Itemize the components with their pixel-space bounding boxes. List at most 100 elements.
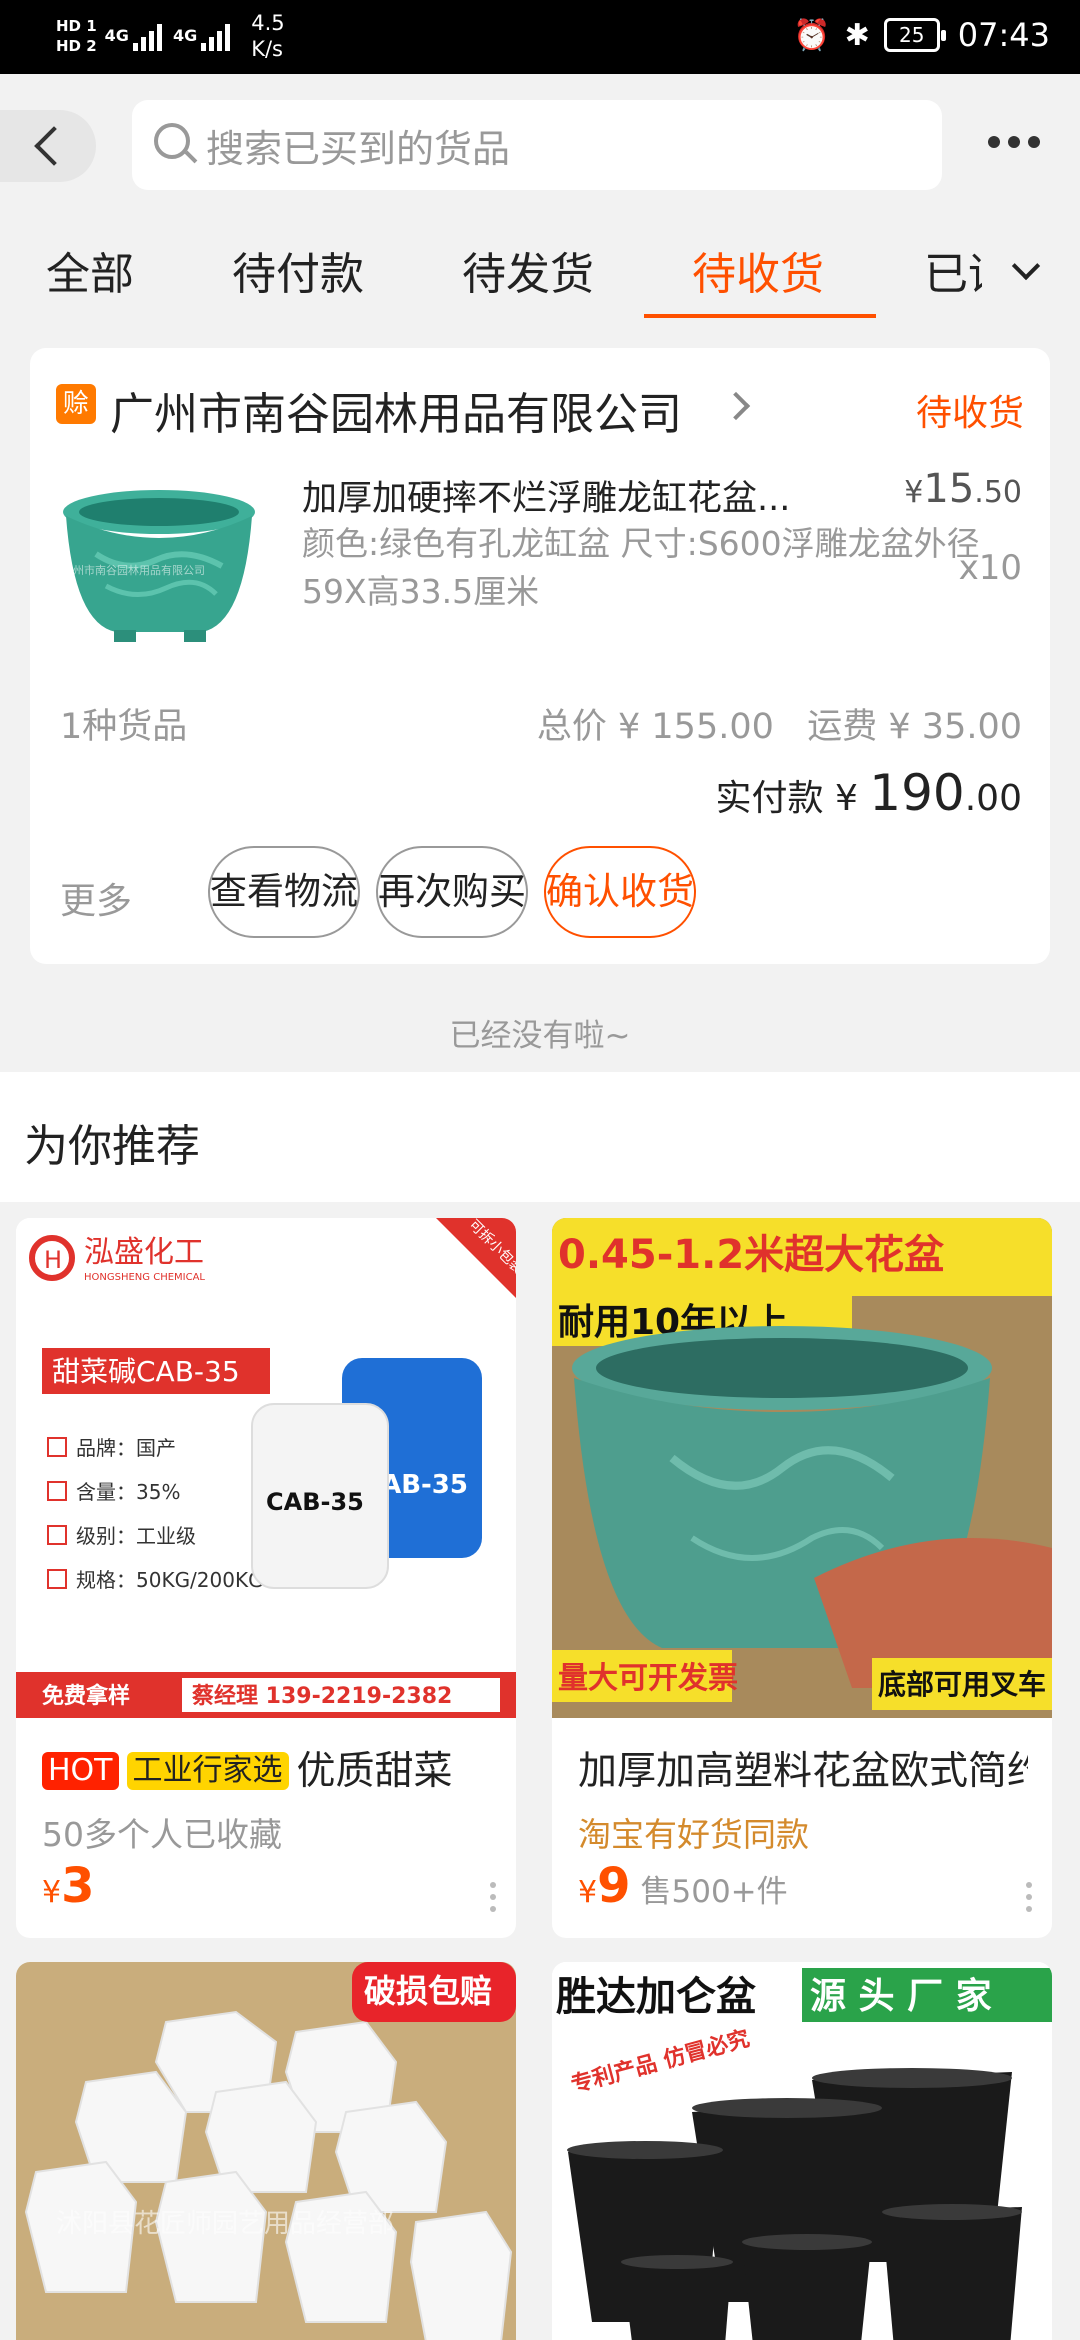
status-right: ⏰ ✱ 25 07:43 (793, 16, 1050, 54)
img-drum-white: CAB-35 (266, 1488, 364, 1516)
img-spec-3: 级别：工业级 (76, 1524, 196, 1548)
order-totals: 总价 ¥ 155.00 运费 ¥ 35.00 (537, 698, 1022, 749)
svg-text:H: H (44, 1246, 62, 1274)
img-spec-1: 品牌：国产 (76, 1436, 176, 1460)
paid-integer: 190 (869, 764, 965, 822)
signal-group: HD 1 HD 2 4G 4G 4.5 K/s (56, 10, 285, 62)
recommend-title-1: 优质甜菜 (296, 1749, 453, 1794)
back-button[interactable] (0, 110, 96, 182)
img-free-sample: 免费拿样 (42, 1683, 130, 1709)
tab-all[interactable]: 全部 (46, 238, 134, 302)
status-bar: HD 1 HD 2 4G 4G 4.5 K/s ⏰ ✱ 25 07:43 (0, 0, 1080, 74)
sold-count: 售500+件 (640, 1874, 788, 1910)
chevron-down-icon[interactable] (1011, 251, 1041, 281)
sim1-label: HD 1 (56, 17, 97, 35)
product-spec: 颜色:绿色有孔龙缸盆 尺寸:S600浮雕龙盆外径59X高33.5厘米 (302, 524, 980, 611)
img-spec-2: 含量：35% (76, 1480, 180, 1504)
signal-icon-1 (132, 21, 165, 51)
product-image-cab35: H 泓盛化工 HONGSHENG CHEMICAL 可拆小包装 甜菜碱CAB-3… (16, 1218, 516, 1718)
img-banner: 0.45-1.2米超大花盆 (558, 1232, 944, 1278)
recommend-card-1[interactable]: H 泓盛化工 HONGSHENG CHEMICAL 可拆小包装 甜菜碱CAB-3… (16, 1218, 516, 1938)
price-value: 3 (61, 1858, 95, 1914)
img-bulk: 量大可开发票 (558, 1661, 738, 1696)
order-card[interactable]: 赊 广州市南谷园林用品有限公司 待收货 广州市南谷园林用品有限公司 加厚加硬摔不… (30, 348, 1050, 964)
view-logistics-button[interactable]: 查看物流 (208, 846, 360, 938)
img-brand: 胜达加仑盆 (556, 1974, 756, 2020)
search-icon (154, 123, 198, 167)
recommend-price-1: ¥3 (42, 1858, 95, 1914)
network-type-1: 4G (104, 26, 129, 45)
price-value: 9 (597, 1858, 631, 1914)
image-watermark: 广州市南谷园林用品有限公司 (62, 563, 205, 577)
price-symbol: ¥ (904, 475, 924, 510)
price-integer: 15 (923, 466, 975, 512)
img-watermark: 沭阳县花匠师园艺用品经营部 (56, 2209, 394, 2239)
recommend-favorites-1: 50多个人已收藏 (42, 1815, 282, 1854)
img-spec-4: 规格：50KG/200KG (76, 1568, 264, 1592)
search-input[interactable]: 搜索已买到的货品 (132, 100, 942, 190)
recommend-source-2: 淘宝有好货同款 (578, 1815, 809, 1854)
chevron-right-icon[interactable] (721, 391, 751, 421)
search-placeholder: 搜索已买到的货品 (206, 126, 511, 171)
quantity: x10 (958, 548, 1022, 588)
sim-labels: HD 1 HD 2 (56, 16, 97, 56)
more-actions[interactable]: 更多 (60, 872, 132, 924)
buy-again-button[interactable]: 再次购买 (376, 846, 528, 938)
order-status: 待收货 (915, 393, 1024, 434)
product-image-planter: 0.45-1.2米超大花盆 耐用10年以上 量大可开发票 底部可用叉车 (552, 1218, 1052, 1718)
unit-price: ¥15.50 (904, 466, 1022, 512)
more-options-icon[interactable] (490, 1882, 496, 1918)
tab-pending-receipt[interactable]: 待收货 (692, 238, 824, 302)
recommend-name-1: HOT 工业行家选 优质甜菜 (42, 1740, 492, 1796)
end-of-list-text: 已经没有啦~ (449, 1018, 631, 1054)
recommend-card-4[interactable]: 胜达加仑盆 源 头 厂 家 专利产品 仿冒必究 (552, 1962, 1052, 2340)
recommend-title: 为你推荐 (24, 1121, 200, 1172)
shop-name[interactable]: 广州市南谷园林用品有限公司 (110, 378, 682, 442)
clock: 07:43 (957, 16, 1050, 54)
tab-reviewed[interactable]: 已评价 (924, 238, 982, 298)
bluetooth-icon: ✱ (844, 17, 870, 53)
header: 搜索已买到的货品 (0, 74, 1080, 218)
img-forklift: 底部可用叉车 (878, 1668, 1046, 1701)
order-tabs: 全部 待付款 待发货 待收货 已评价 (0, 218, 1080, 324)
recommend-title-2: 加厚加高塑料花盆欧式简约 (578, 1749, 1028, 1794)
shipping-fee: 运费 ¥ 35.00 (807, 707, 1022, 747)
paid-label: 实付款 ¥ (715, 778, 870, 819)
credit-badge: 赊 (56, 384, 96, 424)
recommend-header: 为你推荐 (0, 1072, 1080, 1202)
active-tab-indicator (644, 314, 876, 318)
signal-icon-2 (201, 21, 233, 51)
confirm-receipt-button[interactable]: 确认收货 (544, 846, 696, 938)
img-source: 源 头 厂 家 (810, 1976, 992, 2017)
total-price: 总价 ¥ 155.00 (536, 707, 774, 747)
img-contact: 蔡经理 139-2219-2382 (191, 1683, 452, 1709)
price-symbol: ¥ (578, 1875, 598, 1910)
hot-tag: HOT (42, 1752, 119, 1790)
recommend-card-2[interactable]: 0.45-1.2米超大花盆 耐用10年以上 量大可开发票 底部可用叉车 加厚加高… (552, 1218, 1052, 1938)
more-options-icon[interactable] (1026, 1882, 1032, 1918)
tab-pending-payment[interactable]: 待付款 (232, 238, 364, 302)
img-brand-en: HONGSHENG CHEMICAL (84, 1272, 205, 1283)
img-badge: 破损包赔 (364, 1972, 492, 2010)
amount-paid: 实付款 ¥ 190.00 (716, 764, 1023, 822)
sim2-label: HD 2 (56, 37, 97, 55)
img-brand: 泓盛化工 (84, 1235, 204, 1270)
alarm-icon: ⏰ (793, 17, 831, 53)
tab-pending-shipment[interactable]: 待发货 (462, 238, 594, 302)
recommend-card-3[interactable]: 破损包赔 沭阳县花匠师园艺用品经营部 (16, 1962, 516, 2340)
product-title[interactable]: 加厚加硬摔不烂浮雕龙缸花盆... (302, 470, 862, 521)
img-product: 甜菜碱CAB-35 (52, 1355, 240, 1388)
more-menu-icon[interactable] (980, 136, 1040, 148)
tab-reviewed-label: 已评价 (924, 249, 982, 298)
item-count: 1种货品 (60, 707, 188, 747)
industry-tag: 工业行家选 (126, 1752, 289, 1790)
network-speed: 4.5 K/s (251, 11, 285, 61)
back-chevron-icon (34, 126, 74, 166)
network-type-2: 4G (172, 26, 198, 45)
product-image[interactable]: 广州市南谷园林用品有限公司 (56, 474, 262, 664)
product-image-white-pots: 破损包赔 沭阳县花匠师园艺用品经营部 (16, 1962, 516, 2340)
price-decimal: .50 (974, 475, 1022, 510)
paid-decimal: .00 (964, 778, 1022, 819)
battery-icon: 25 (883, 18, 946, 52)
price-symbol: ¥ (42, 1875, 62, 1910)
